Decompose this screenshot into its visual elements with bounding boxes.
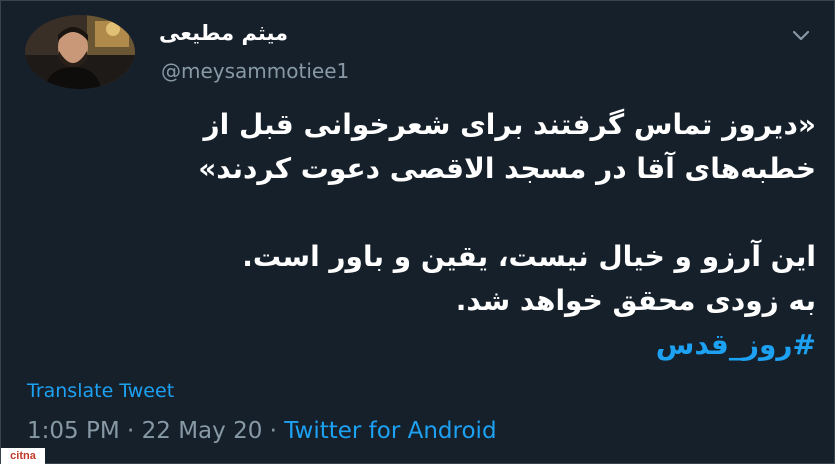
tweet-paragraph-break bbox=[16, 191, 816, 235]
tweet-date[interactable]: 22 May 20 bbox=[142, 418, 263, 444]
tweet-meta: 1:05 PM · 22 May 20 · Twitter for Androi… bbox=[27, 418, 497, 444]
tweet-card: میثم مطیعی @meysammotiee1 «دیروز تماس گر… bbox=[0, 0, 835, 464]
tweet-line: به زودی محقق خواهد شد. bbox=[455, 284, 816, 317]
watermark-logo: citna bbox=[1, 448, 45, 464]
translate-tweet-link[interactable]: Translate Tweet bbox=[27, 380, 174, 402]
author-display-name[interactable]: میثم مطیعی bbox=[159, 21, 288, 45]
author-avatar[interactable] bbox=[25, 15, 135, 89]
hashtag-link[interactable]: #روز_قدس bbox=[16, 323, 816, 367]
tweet-text: «دیروز تماس گرفتند برای شعرخوانی قبل از … bbox=[16, 103, 816, 367]
tweet-line: خطبه‌های آقا در مسجد الاقصی دعوت کردند» bbox=[198, 152, 816, 185]
profile-photo-icon bbox=[25, 15, 135, 89]
chevron-down-icon bbox=[792, 30, 810, 41]
tweet-line: «دیروز تماس گرفتند برای شعرخوانی قبل از bbox=[203, 108, 817, 141]
author-handle[interactable]: @meysammotiee1 bbox=[161, 59, 349, 83]
meta-separator: · bbox=[262, 418, 285, 444]
tweet-line: این آرزو و خیال نیست، یقین و باور است. bbox=[242, 240, 816, 273]
tweet-menu-button[interactable] bbox=[789, 25, 813, 45]
meta-separator: · bbox=[119, 418, 142, 444]
tweet-time[interactable]: 1:05 PM bbox=[27, 418, 120, 444]
tweet-source-link[interactable]: Twitter for Android bbox=[284, 418, 496, 444]
